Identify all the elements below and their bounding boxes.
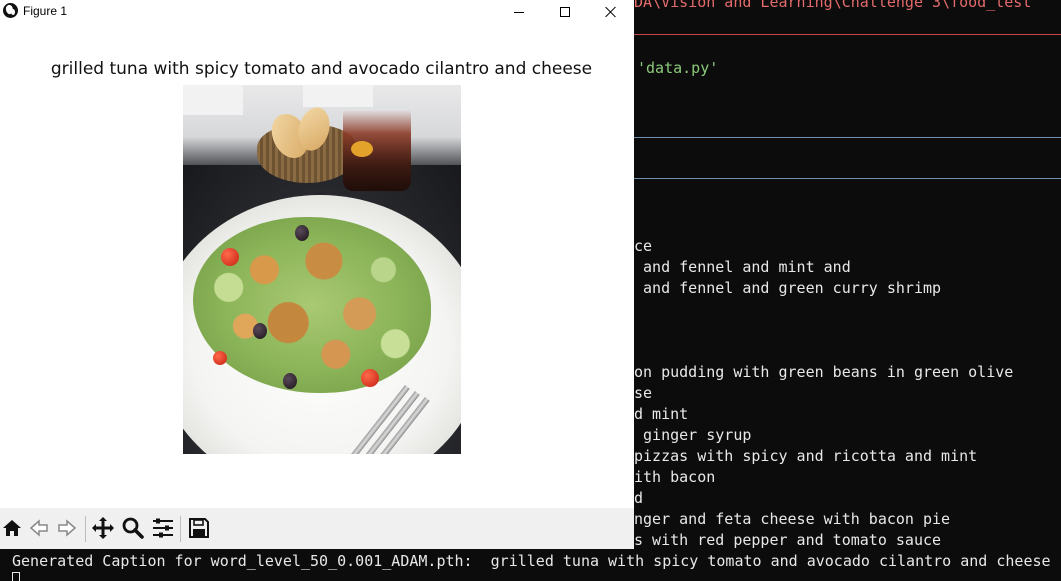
forward-icon xyxy=(58,519,77,537)
toolbar-separator xyxy=(180,516,181,542)
back-button[interactable] xyxy=(27,515,51,541)
zoom-button[interactable] xyxy=(121,515,145,541)
figure-toolbar xyxy=(0,508,634,549)
terminal-line: ce xyxy=(634,237,653,255)
save-icon xyxy=(189,518,209,538)
home-icon xyxy=(3,520,21,536)
terminal-line: d xyxy=(634,489,644,507)
terminal-line: d mint xyxy=(634,405,689,423)
window-title: Figure 1 xyxy=(23,4,68,18)
back-icon xyxy=(29,519,48,537)
plot-title: grilled tuna with spicy tomato and avoca… xyxy=(50,59,593,79)
close-icon xyxy=(605,6,617,18)
save-button[interactable] xyxy=(187,515,211,541)
terminal-line: ith bacon xyxy=(634,468,716,486)
pan-button[interactable] xyxy=(91,515,115,541)
zoom-icon xyxy=(122,517,144,539)
toolbar-separator xyxy=(85,516,86,542)
terminal-line: ginger syrup xyxy=(634,426,752,444)
minimize-button[interactable] xyxy=(496,0,542,24)
terminal-line: and fennel and green curry shrimp xyxy=(634,279,942,297)
minimize-icon xyxy=(514,11,524,13)
terminal-line: s with red pepper and tomato sauce xyxy=(634,531,942,549)
terminal-line: se xyxy=(634,384,653,402)
configure-subplots-button[interactable] xyxy=(151,515,175,541)
close-button[interactable] xyxy=(588,0,634,24)
figure-window: Figure 1 grilled tuna with spicy tomato … xyxy=(0,0,634,549)
generated-caption-line: Generated Caption for word_level_50_0.00… xyxy=(12,552,1051,570)
home-button[interactable] xyxy=(0,515,24,541)
pan-icon xyxy=(92,517,114,539)
terminal-path: DA\Vision and Learning\Challenge 3\food_… xyxy=(634,0,1032,11)
terminal-line: and fennel and mint and xyxy=(634,258,851,276)
matplotlib-app-icon xyxy=(3,3,18,18)
forward-button[interactable] xyxy=(55,515,79,541)
food-photo xyxy=(183,85,461,454)
maximize-icon xyxy=(560,7,570,17)
terminal-line: nger and feta cheese with bacon pie xyxy=(634,510,951,528)
window-titlebar[interactable]: Figure 1 xyxy=(0,0,634,24)
terminal-cursor xyxy=(12,572,20,581)
configure-subplots-icon xyxy=(153,518,173,538)
terminal-line: pizzas with spicy and ricotta and mint xyxy=(634,447,978,465)
terminal-file-name: 'data.py' xyxy=(637,59,719,77)
terminal-line: on pudding with green beans in green oli… xyxy=(634,363,1014,381)
maximize-button[interactable] xyxy=(542,0,588,24)
